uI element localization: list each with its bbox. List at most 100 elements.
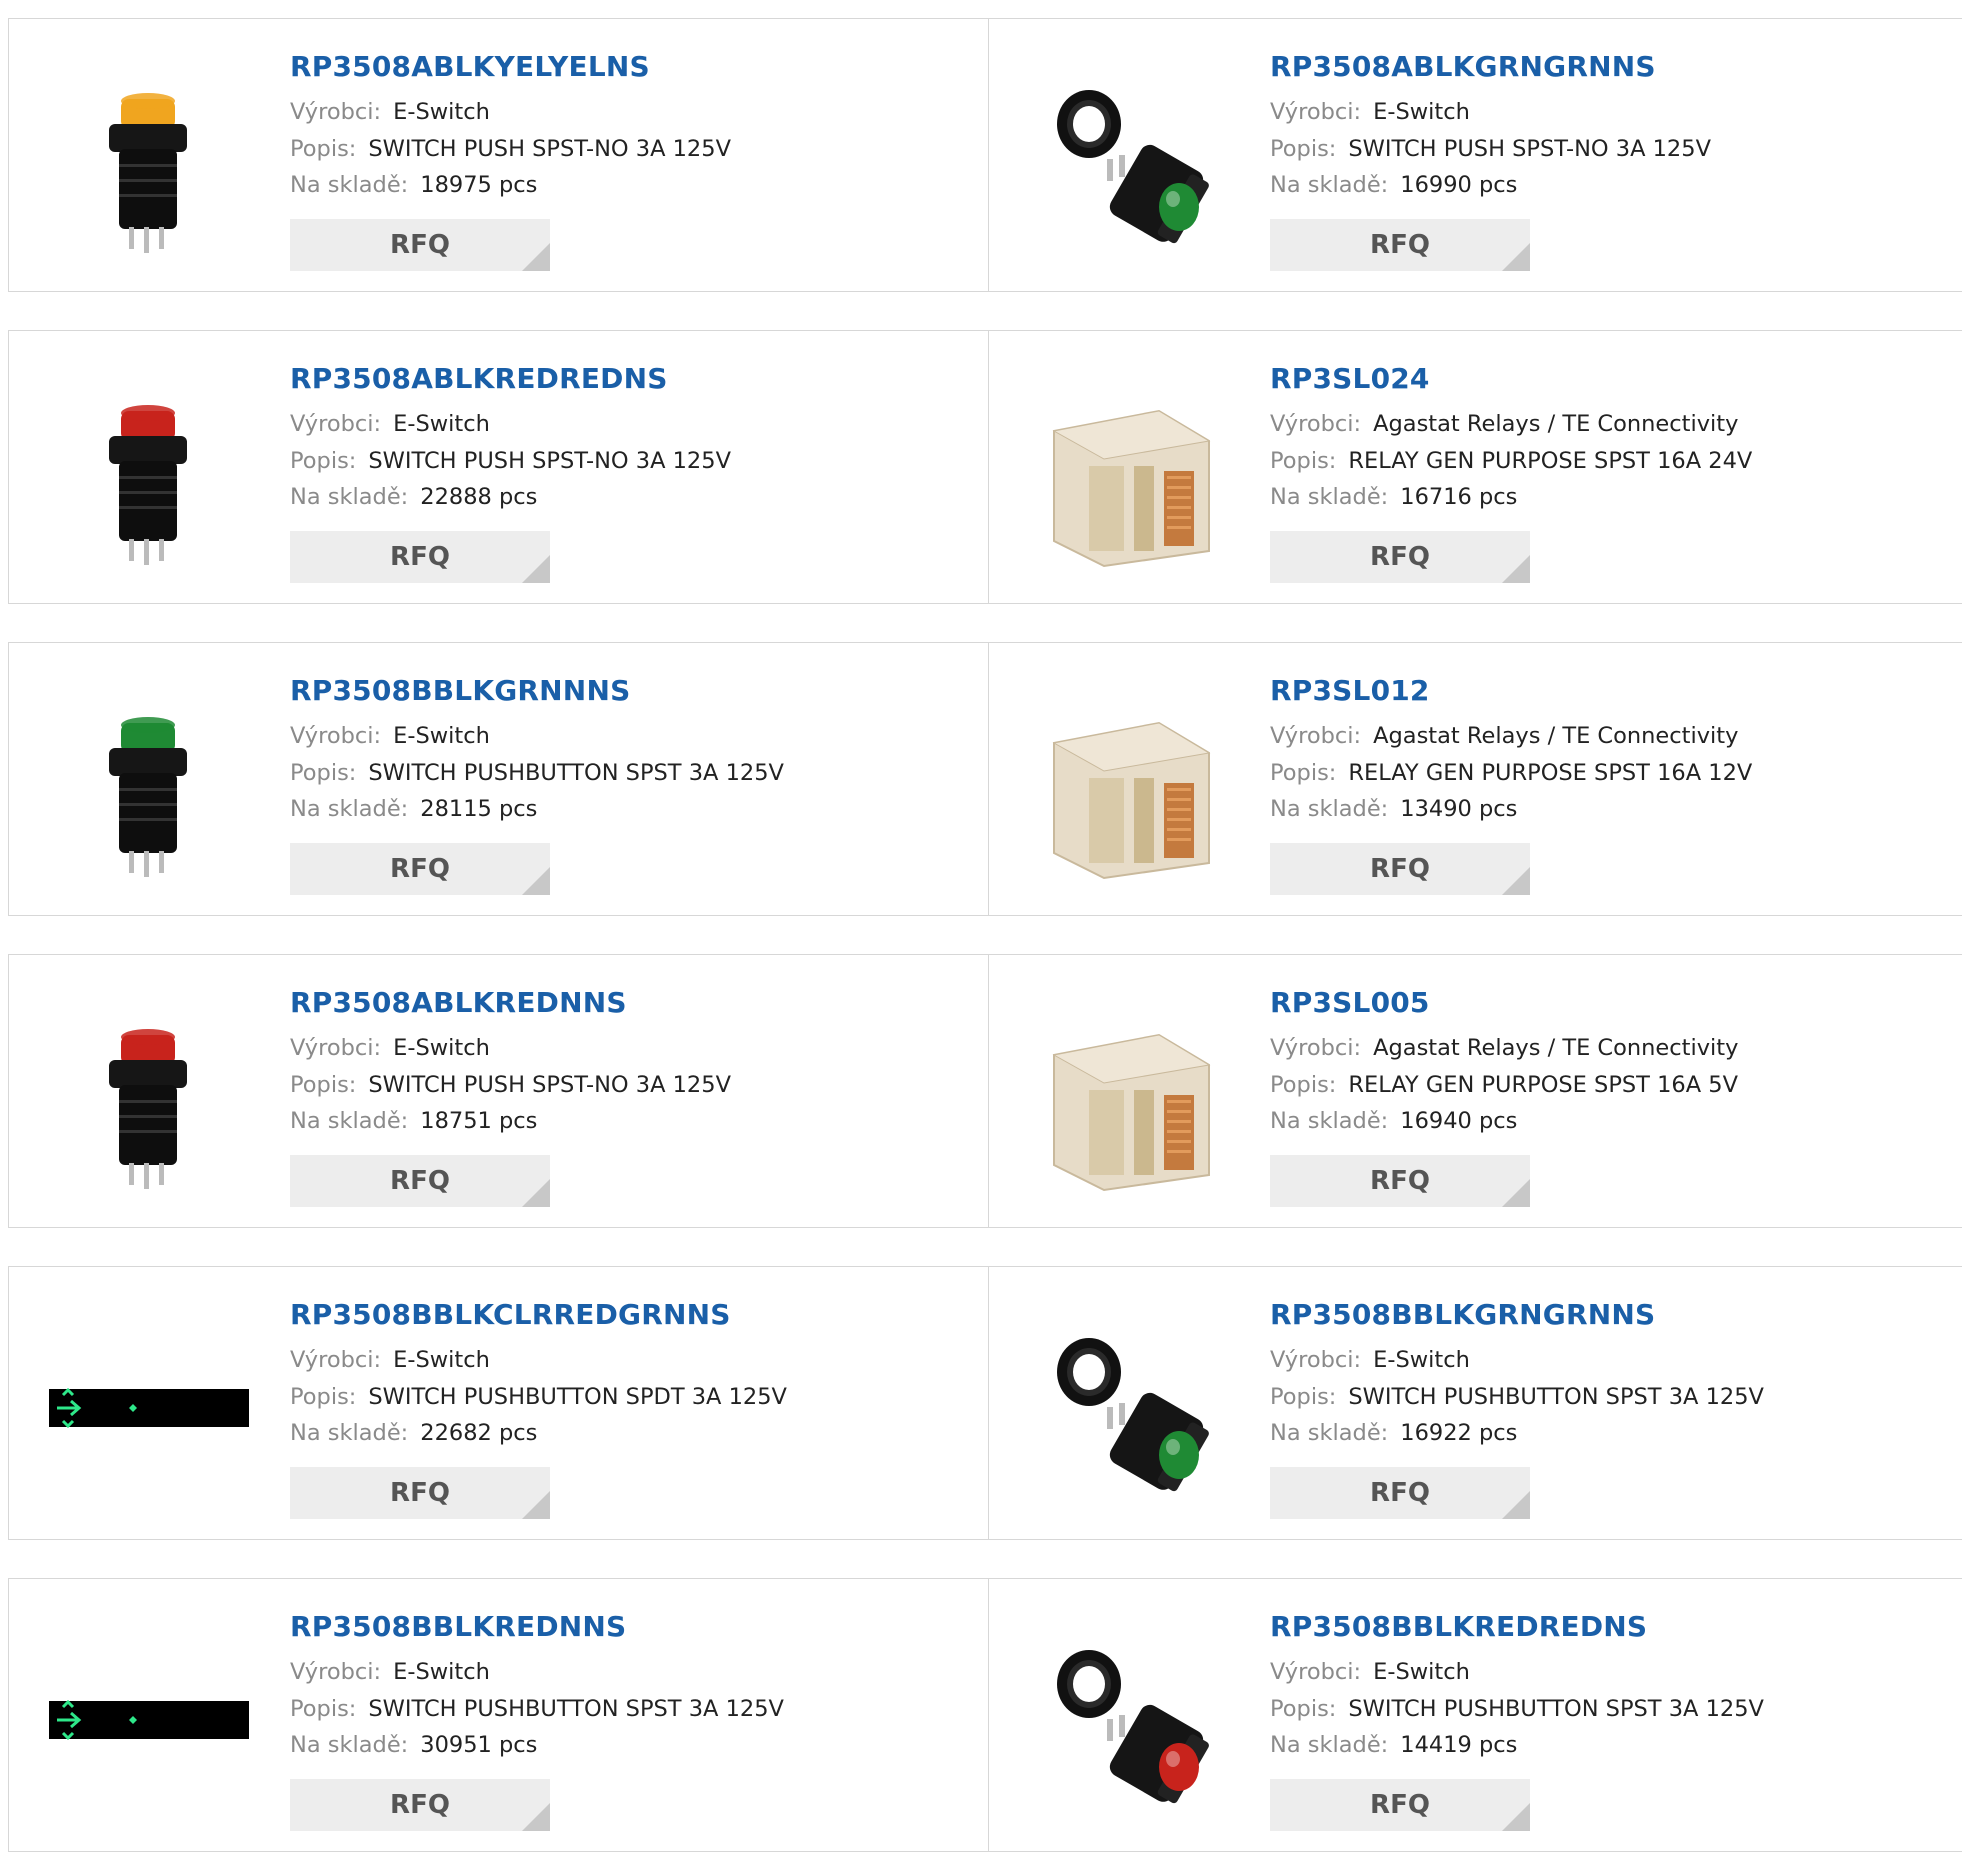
relay-icon xyxy=(1029,1033,1229,1195)
part-number-link[interactable]: RP3508BBLKCLRREDGRNNS xyxy=(290,1298,731,1331)
rfq-label: RFQ xyxy=(1370,230,1430,260)
stock-row: Na skladě: 16990 pcs xyxy=(1270,172,1517,198)
description-value: RELAY GEN PURPOSE SPST 16A 12V xyxy=(1348,760,1753,786)
description-value: SWITCH PUSHBUTTON SPST 3A 125V xyxy=(1348,1384,1764,1410)
product-image[interactable] xyxy=(1029,371,1229,571)
rfq-button[interactable]: RFQ xyxy=(290,219,550,271)
product-image[interactable] xyxy=(1029,1619,1229,1819)
stock-value: 18975 pcs xyxy=(420,172,538,198)
product-image[interactable] xyxy=(49,371,249,571)
rfq-label: RFQ xyxy=(1370,542,1430,572)
product-card: RP3508ABLKREDREDNS Výrobci: E-Switch Popi… xyxy=(9,331,987,603)
stock-label: Na skladě: xyxy=(1270,1420,1389,1446)
rfq-button[interactable]: RFQ xyxy=(290,1779,550,1831)
manufacturer-label: Výrobci: xyxy=(1270,1035,1362,1061)
stock-row: Na skladě: 14419 pcs xyxy=(1270,1732,1517,1758)
description-label: Popis: xyxy=(1270,1384,1337,1410)
manufacturer-value: Agastat Relays / TE Connectivity xyxy=(1373,411,1739,437)
red-pushbutton-switch-icon xyxy=(49,1029,249,1195)
corner-triangle-icon xyxy=(522,1179,550,1207)
product-image[interactable] xyxy=(1029,995,1229,1195)
manufacturer-value: E-Switch xyxy=(393,1659,490,1685)
part-number-link[interactable]: RP3SL024 xyxy=(1270,362,1430,395)
green-pushbutton-with-ring-icon xyxy=(1029,90,1229,259)
description-label: Popis: xyxy=(290,1072,357,1098)
description-value: SWITCH PUSHBUTTON SPST 3A 125V xyxy=(368,1696,784,1722)
corner-triangle-icon xyxy=(522,1491,550,1519)
description-row: Popis: SWITCH PUSHBUTTON SPDT 3A 125V xyxy=(290,1384,787,1410)
part-number-link[interactable]: RP3508BBLKGRNNNS xyxy=(290,674,630,707)
part-number-link[interactable]: RP3508BBLKREDNNS xyxy=(290,1610,626,1643)
stock-row: Na skladě: 16716 pcs xyxy=(1270,484,1517,510)
product-image[interactable] xyxy=(1029,683,1229,883)
part-number-link[interactable]: RP3508BBLKREDREDNS xyxy=(1270,1610,1647,1643)
rfq-button[interactable]: RFQ xyxy=(1270,531,1530,583)
description-label: Popis: xyxy=(1270,1072,1337,1098)
manufacturer-row: Výrobci: E-Switch xyxy=(1270,99,1470,125)
description-label: Popis: xyxy=(1270,760,1337,786)
description-value: SWITCH PUSHBUTTON SPST 3A 125V xyxy=(1348,1696,1764,1722)
product-image[interactable] xyxy=(49,683,249,883)
product-image[interactable] xyxy=(49,1307,249,1507)
stock-value: 22888 pcs xyxy=(420,484,538,510)
part-number-link[interactable]: RP3508ABLKYELYELNS xyxy=(290,50,650,83)
description-row: Popis: SWITCH PUSH SPST-NO 3A 125V xyxy=(290,136,731,162)
rfq-button[interactable]: RFQ xyxy=(290,843,550,895)
stock-value: 16990 pcs xyxy=(1400,172,1518,198)
manufacturer-value: E-Switch xyxy=(393,1347,490,1373)
rfq-button[interactable]: RFQ xyxy=(1270,219,1530,271)
manufacturer-label: Výrobci: xyxy=(1270,99,1362,125)
product-row: RP3508BBLKCLRREDGRNNS Výrobci: E-Switch P… xyxy=(8,1266,1962,1540)
description-value: SWITCH PUSHBUTTON SPDT 3A 125V xyxy=(368,1384,787,1410)
rfq-button[interactable]: RFQ xyxy=(1270,1779,1530,1831)
manufacturer-row: Výrobci: E-Switch xyxy=(290,99,490,125)
product-card: RP3508BBLKGRNNNS Výrobci: E-Switch Popis:… xyxy=(9,643,987,915)
manufacturer-value: Agastat Relays / TE Connectivity xyxy=(1373,1035,1739,1061)
manufacturer-row: Výrobci: E-Switch xyxy=(290,1659,490,1685)
description-label: Popis: xyxy=(1270,1696,1337,1722)
manufacturer-value: E-Switch xyxy=(393,411,490,437)
relay-icon xyxy=(1029,721,1229,883)
description-value: SWITCH PUSH SPST-NO 3A 125V xyxy=(368,1072,731,1098)
rfq-button[interactable]: RFQ xyxy=(1270,843,1530,895)
product-image[interactable] xyxy=(1029,1307,1229,1507)
stock-row: Na skladě: 22888 pcs xyxy=(290,484,537,510)
description-row: Popis: RELAY GEN PURPOSE SPST 16A 5V xyxy=(1270,1072,1738,1098)
part-number-link[interactable]: RP3508ABLKREDREDNS xyxy=(290,362,668,395)
rfq-button[interactable]: RFQ xyxy=(290,1467,550,1519)
manufacturer-value: E-Switch xyxy=(393,1035,490,1061)
product-card: RP3508BBLKCLRREDGRNNS Výrobci: E-Switch P… xyxy=(9,1267,987,1539)
stock-row: Na skladě: 30951 pcs xyxy=(290,1732,537,1758)
stock-label: Na skladě: xyxy=(290,484,409,510)
manufacturer-label: Výrobci: xyxy=(290,99,382,125)
rfq-label: RFQ xyxy=(390,1790,450,1820)
description-label: Popis: xyxy=(1270,448,1337,474)
part-number-link[interactable]: RP3508BBLKGRNGRNNS xyxy=(1270,1298,1655,1331)
description-row: Popis: SWITCH PUSHBUTTON SPST 3A 125V xyxy=(1270,1384,1764,1410)
stock-value: 13490 pcs xyxy=(1400,796,1518,822)
rfq-button[interactable]: RFQ xyxy=(1270,1467,1530,1519)
manufacturer-row: Výrobci: Agastat Relays / TE Connectivity xyxy=(1270,411,1738,437)
product-image[interactable] xyxy=(49,1619,249,1819)
description-label: Popis: xyxy=(290,448,357,474)
part-number-link[interactable]: RP3SL005 xyxy=(1270,986,1430,1019)
corner-triangle-icon xyxy=(1502,243,1530,271)
product-image[interactable] xyxy=(49,59,249,259)
rfq-button[interactable]: RFQ xyxy=(290,531,550,583)
green-pushbutton-switch-icon xyxy=(49,717,249,883)
product-image[interactable] xyxy=(1029,59,1229,259)
part-number-link[interactable]: RP3SL012 xyxy=(1270,674,1430,707)
description-row: Popis: SWITCH PUSH SPST-NO 3A 125V xyxy=(290,1072,731,1098)
manufacturer-label: Výrobci: xyxy=(290,723,382,749)
corner-triangle-icon xyxy=(1502,1803,1530,1831)
description-row: Popis: SWITCH PUSHBUTTON SPST 3A 125V xyxy=(1270,1696,1764,1722)
rfq-button[interactable]: RFQ xyxy=(290,1155,550,1207)
rfq-button[interactable]: RFQ xyxy=(1270,1155,1530,1207)
product-image[interactable] xyxy=(49,995,249,1195)
stock-label: Na skladě: xyxy=(1270,1108,1389,1134)
manufacturer-value: E-Switch xyxy=(1373,1659,1470,1685)
relay-icon xyxy=(1029,409,1229,571)
part-number-link[interactable]: RP3508ABLKGRNGRNNS xyxy=(1270,50,1656,83)
manufacturer-row: Výrobci: E-Switch xyxy=(290,723,490,749)
part-number-link[interactable]: RP3508ABLKREDNNS xyxy=(290,986,627,1019)
